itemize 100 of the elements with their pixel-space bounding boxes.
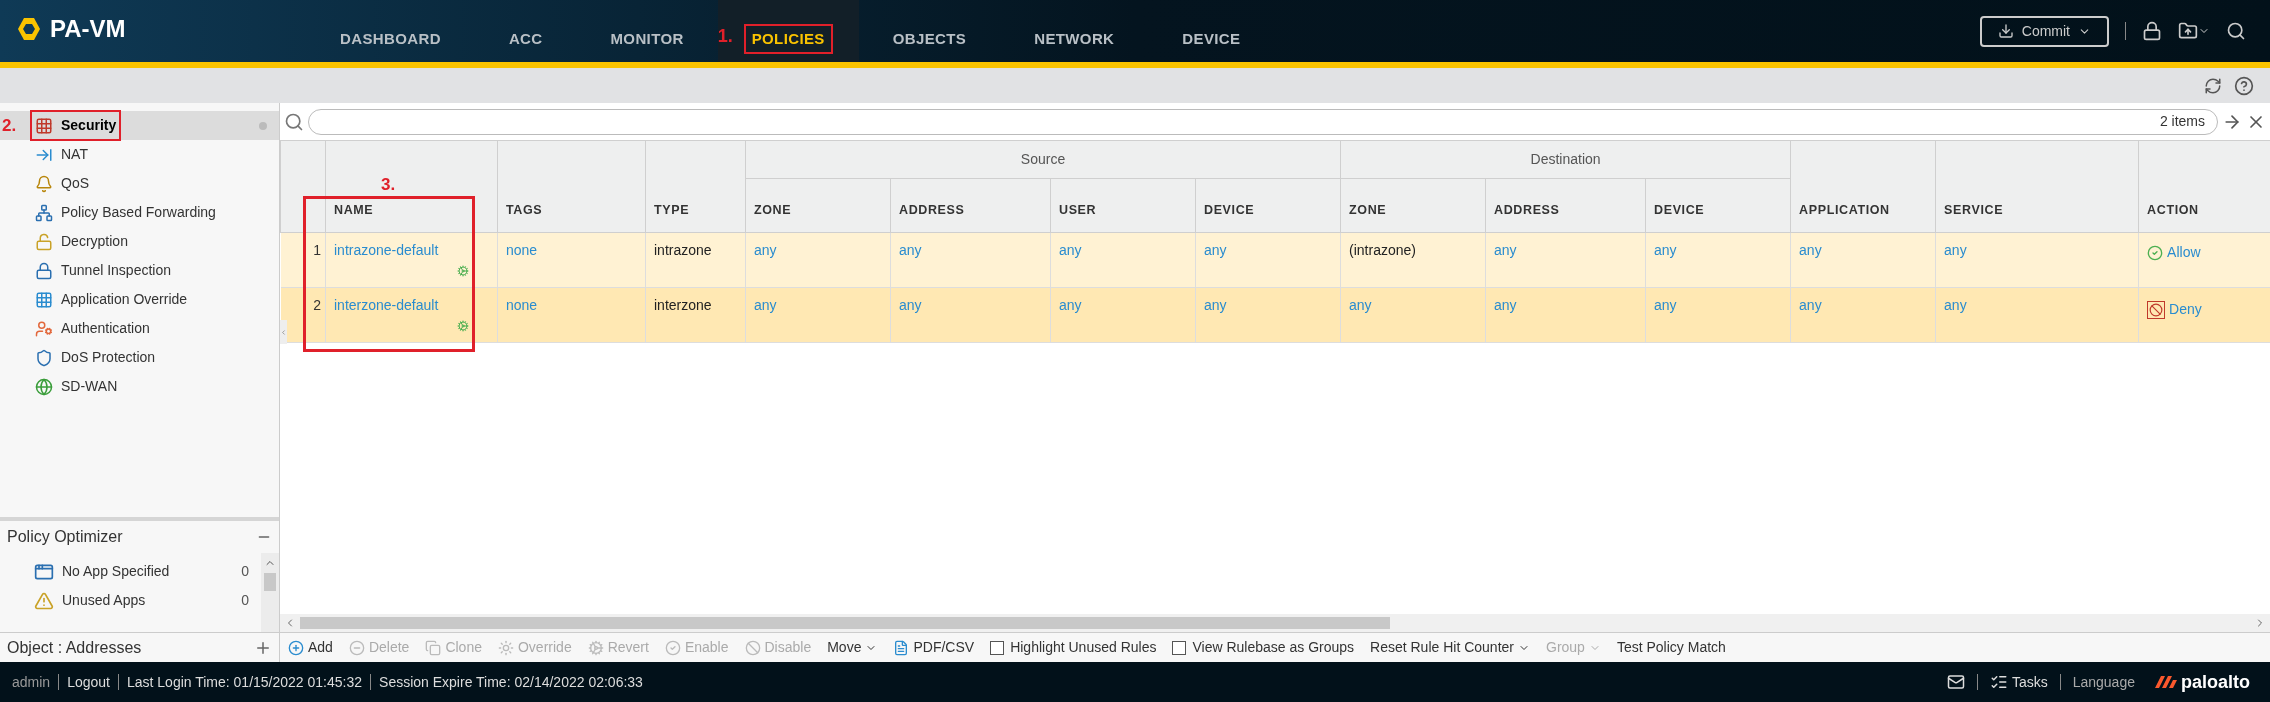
table-cell-text: (intrazone): [1349, 242, 1416, 258]
table-row[interactable]: 2 interzone-default none interzone any any any any any any any any any Deny: [280, 287, 2270, 343]
tasks-button[interactable]: Tasks: [1989, 671, 2048, 693]
last-login-text: Last Login Time: 01/15/2022 01:45:32: [126, 672, 363, 692]
dropdown-button[interactable]: Move: [827, 637, 878, 658]
row-number: 1: [313, 242, 321, 258]
column-header[interactable]: ADDRESS: [899, 203, 965, 217]
count: 0: [241, 562, 249, 581]
sidebar-item[interactable]: QoS: [0, 169, 279, 198]
column-header[interactable]: ACTION: [2147, 203, 2199, 217]
panel-title: Policy Optimizer: [7, 527, 123, 547]
nav-tab[interactable]: NETWORK: [1030, 27, 1119, 50]
lock-icon: [35, 261, 53, 280]
nav-tab[interactable]: DEVICE: [1178, 27, 1245, 50]
document-icon: [893, 639, 910, 656]
language-link[interactable]: Language: [2072, 671, 2135, 693]
user-gear-icon: [35, 319, 53, 338]
task-list-icon: [1989, 673, 2008, 691]
username: admin: [12, 672, 51, 692]
bell-icon: [35, 174, 53, 193]
scroll-thumb[interactable]: [264, 573, 276, 591]
help-icon[interactable]: [2234, 75, 2254, 96]
column-header[interactable]: ZONE: [754, 203, 792, 217]
warning-icon: [34, 590, 54, 611]
sidebar-item[interactable]: 2. Security: [0, 111, 279, 140]
column-header[interactable]: DEVICE: [1204, 203, 1255, 217]
column-header[interactable]: NAME: [334, 203, 374, 217]
column-group-header: Destination: [1530, 151, 1601, 167]
unlock-icon: [35, 232, 53, 251]
column-header[interactable]: ADDRESS: [1494, 203, 1560, 217]
sidebar-item[interactable]: SD-WAN: [0, 372, 279, 401]
sidebar-item-label: Policy Based Forwarding: [61, 203, 216, 222]
nav-tab[interactable]: ACC: [504, 27, 547, 50]
column-header[interactable]: DEVICE: [1654, 203, 1705, 217]
checkbox-option[interactable]: View Rulebase as Groups: [1172, 637, 1355, 658]
globe-icon: [35, 377, 53, 396]
check-icon: [664, 639, 681, 656]
optimizer-item[interactable]: Unused Apps: [62, 590, 146, 611]
check-icon: [2147, 244, 2164, 261]
column-header[interactable]: USER: [1059, 203, 1097, 217]
logo-icon: [2155, 674, 2177, 690]
gear-icon: [457, 265, 469, 277]
checkbox[interactable]: [990, 640, 1005, 655]
sidebar-item-label: QoS: [61, 174, 89, 193]
optimizer-item[interactable]: No App Specified: [62, 561, 170, 582]
commit-button[interactable]: Commit: [1979, 15, 2109, 47]
plus-icon: [288, 639, 304, 656]
search-icon[interactable]: [2226, 21, 2246, 41]
sidebar-item[interactable]: Tunnel Inspection: [0, 256, 279, 285]
network-icon: [35, 203, 53, 222]
column-header[interactable]: TAGS: [506, 203, 543, 217]
nav-tab[interactable]: DASHBOARD: [336, 27, 445, 50]
lock-icon[interactable]: [2142, 21, 2162, 41]
nav-tab[interactable]: MONITOR: [606, 27, 688, 50]
column-header[interactable]: TYPE: [654, 203, 690, 217]
minus-icon: [348, 639, 365, 656]
mail-icon[interactable]: [1946, 673, 1965, 691]
toolbar-button[interactable]: PDF/CSV: [893, 637, 975, 658]
column-header[interactable]: ZONE: [1349, 203, 1387, 217]
sidebar-item[interactable]: Decryption: [0, 227, 279, 256]
refresh-icon[interactable]: [2204, 76, 2222, 95]
row-number: 2: [313, 297, 321, 313]
sidebar-item-label: SD-WAN: [61, 377, 118, 396]
column-group-header: Source: [1020, 151, 1066, 167]
nav-tab[interactable]: OBJECTS: [888, 27, 971, 50]
sidebar-item-label: Application Override: [61, 290, 188, 309]
dropdown-button[interactable]: Reset Rule Hit Counter: [1370, 637, 1530, 658]
annotation-number: 2.: [2, 114, 17, 137]
sidebar-item[interactable]: NAT: [0, 140, 279, 169]
sidebar-item[interactable]: DoS Protection: [0, 343, 279, 372]
annotation-number: 1.: [717, 25, 733, 48]
caret-icon: [280, 328, 287, 336]
gear-icon: [457, 320, 469, 332]
gear-icon: [587, 639, 604, 656]
toolbar-button[interactable]: Add: [288, 637, 333, 658]
checkbox-option[interactable]: Highlight Unused Rules: [990, 637, 1157, 658]
scrollbar[interactable]: [261, 553, 279, 632]
disable-icon: [744, 639, 761, 656]
annotation-number: 3.: [381, 174, 396, 196]
column-header[interactable]: APPLICATION: [1799, 203, 1890, 217]
sidebar-item[interactable]: Authentication: [0, 314, 279, 343]
sidebar-item-label: Security: [61, 116, 117, 135]
collapse-handle[interactable]: [280, 320, 287, 344]
column-header[interactable]: SERVICE: [1944, 203, 2004, 217]
logout-link[interactable]: Logout: [67, 671, 110, 693]
sun-icon: [498, 639, 514, 656]
sidebar-item-label: Tunnel Inspection: [61, 261, 171, 280]
folder-upload-icon[interactable]: [2178, 21, 2198, 41]
scroll-thumb[interactable]: [300, 617, 1390, 629]
search-icon: [284, 111, 304, 132]
table-cell-text: interzone: [654, 297, 712, 313]
sidebar-item-label: NAT: [61, 145, 88, 164]
toolbar-button[interactable]: Test Policy Match: [1616, 637, 1726, 658]
checkbox[interactable]: [1172, 640, 1187, 655]
grid-icon: [35, 290, 53, 309]
logo-icon: [16, 16, 42, 42]
sidebar-item[interactable]: Policy Based Forwarding: [0, 198, 279, 227]
horizontal-scrollbar[interactable]: [280, 614, 2270, 632]
app-title: PA-VM: [50, 14, 126, 44]
sidebar-item[interactable]: Application Override: [0, 285, 279, 314]
